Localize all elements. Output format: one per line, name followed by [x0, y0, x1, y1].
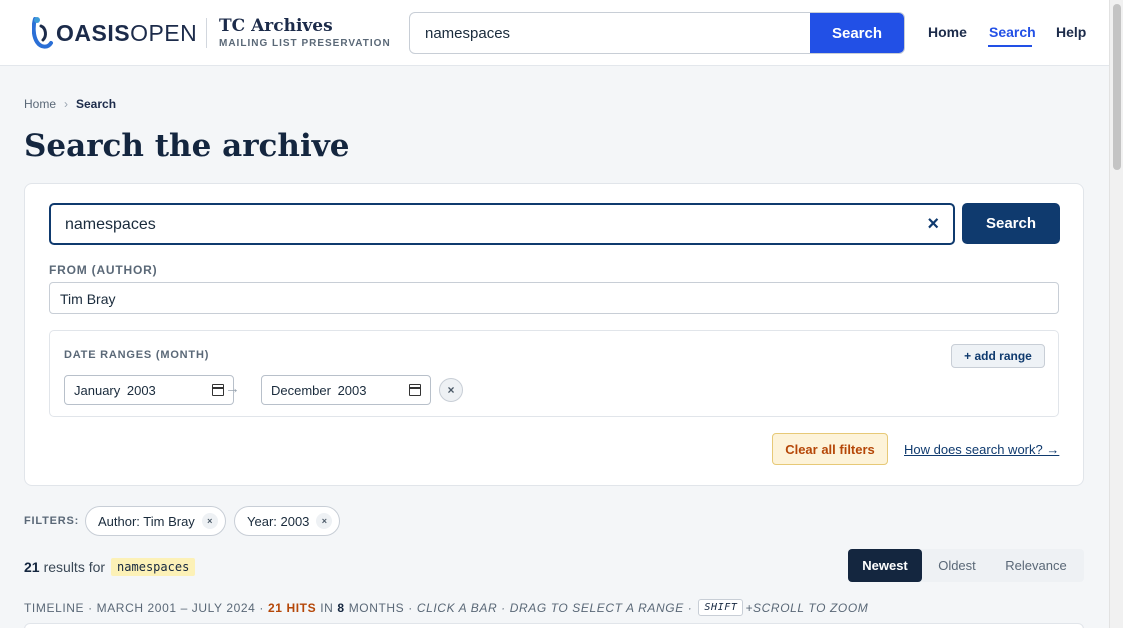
filter-chip-author: Author: Tim Bray ×	[85, 506, 226, 536]
timeline-in: IN	[320, 600, 334, 615]
filter-chip-label: Author: Tim Bray	[98, 513, 195, 529]
date-ranges-label: DATE RANGES (MONTH)	[64, 349, 210, 361]
search-panel: namespaces × Search FROM (AUTHOR) Tim Br…	[24, 183, 1084, 486]
timeline-months: MONTHS ·	[348, 600, 413, 615]
filters-label: FILTERS:	[24, 515, 80, 527]
page-title: Search the archive	[24, 128, 350, 164]
timeline-hint: CLICK A BAR · DRAG TO SELECT A RANGE ·	[416, 600, 693, 615]
scrollbar-thumb[interactable]	[1113, 4, 1121, 170]
clear-all-filters-button[interactable]: Clear all filters	[772, 433, 888, 465]
sort-relevance[interactable]: Relevance	[992, 549, 1080, 582]
how-search-works-link[interactable]: How does search work? →	[904, 442, 1059, 457]
calendar-icon[interactable]	[211, 384, 224, 396]
sort-oldest[interactable]: Oldest	[922, 549, 992, 582]
range-arrow: →	[225, 380, 240, 397]
range-to-value: December 2003	[271, 383, 367, 398]
brand-subtitle: MAILING LIST PRESERVATION	[219, 38, 391, 49]
query-value: namespaces	[65, 216, 156, 233]
query-input[interactable]: namespaces ×	[49, 203, 955, 245]
remove-filter-icon[interactable]: ×	[316, 513, 333, 529]
calendar-icon[interactable]	[408, 384, 421, 396]
results-count: 21	[24, 559, 40, 575]
range-to-field[interactable]: December 2003	[261, 375, 431, 405]
header-search-button[interactable]: Search	[810, 13, 904, 53]
results-for-text: results for	[43, 559, 106, 575]
search-button[interactable]: Search	[962, 203, 1060, 244]
nav-help[interactable]: Help	[1056, 24, 1086, 40]
sort-toggle: Newest Oldest Relevance	[848, 549, 1084, 582]
author-field[interactable]: Tim Bray	[49, 282, 1059, 314]
header-search-input[interactable]: namespaces	[425, 25, 510, 42]
filter-chip-year: Year: 2003 ×	[234, 506, 340, 536]
nav-search[interactable]: Search	[989, 24, 1036, 40]
nav-active-indicator	[988, 45, 1032, 47]
remove-filter-icon[interactable]: ×	[201, 513, 218, 529]
timeline-months-count: 8	[337, 600, 345, 615]
top-bar: OASISOPEN TC Archives MAILING LIST PRESE…	[0, 0, 1109, 66]
timeline-range: TIMELINE · MARCH 2001 – JULY 2024 ·	[24, 600, 264, 615]
breadcrumb-separator: ›	[64, 97, 68, 111]
range-from-field[interactable]: January 2003	[64, 375, 234, 405]
author-label: FROM (AUTHOR)	[49, 263, 158, 277]
breadcrumb-home[interactable]: Home	[24, 97, 56, 111]
remove-range-button[interactable]: ×	[439, 378, 463, 402]
oasis-logo-icon	[32, 17, 53, 49]
header-search: namespaces Search	[409, 12, 905, 54]
timeline-hits: 21 HITS	[267, 600, 317, 615]
brand-title[interactable]: TC Archives	[219, 16, 333, 36]
oasis-open-logo[interactable]: OASISOPEN	[32, 16, 197, 50]
nav-home[interactable]: Home	[928, 24, 967, 40]
results-summary: 21 results for namespaces	[24, 558, 196, 576]
add-range-button[interactable]: + add range	[951, 344, 1045, 368]
filter-chip-label: Year: 2003	[247, 513, 310, 529]
breadcrumb-current: Search	[76, 97, 117, 111]
logo-wordmark: OASISOPEN	[56, 19, 198, 46]
author-value: Tim Bray	[60, 291, 116, 307]
date-ranges-box: DATE RANGES (MONTH) + add range January …	[49, 330, 1059, 417]
timeline-chart[interactable]	[24, 623, 1084, 628]
sort-newest[interactable]: Newest	[848, 549, 922, 582]
brand-divider	[206, 18, 207, 48]
timeline-caption: TIMELINE · MARCH 2001 – JULY 2024 · 21 H…	[24, 599, 868, 616]
shift-key: SHIFT	[698, 599, 744, 616]
range-from-value: January 2003	[74, 383, 156, 398]
page-scrollbar[interactable]	[1109, 0, 1123, 628]
clear-query-icon[interactable]: ×	[927, 213, 939, 236]
results-query: namespaces	[111, 558, 196, 576]
timeline-zoom-hint: +SCROLL TO ZOOM	[745, 600, 869, 615]
